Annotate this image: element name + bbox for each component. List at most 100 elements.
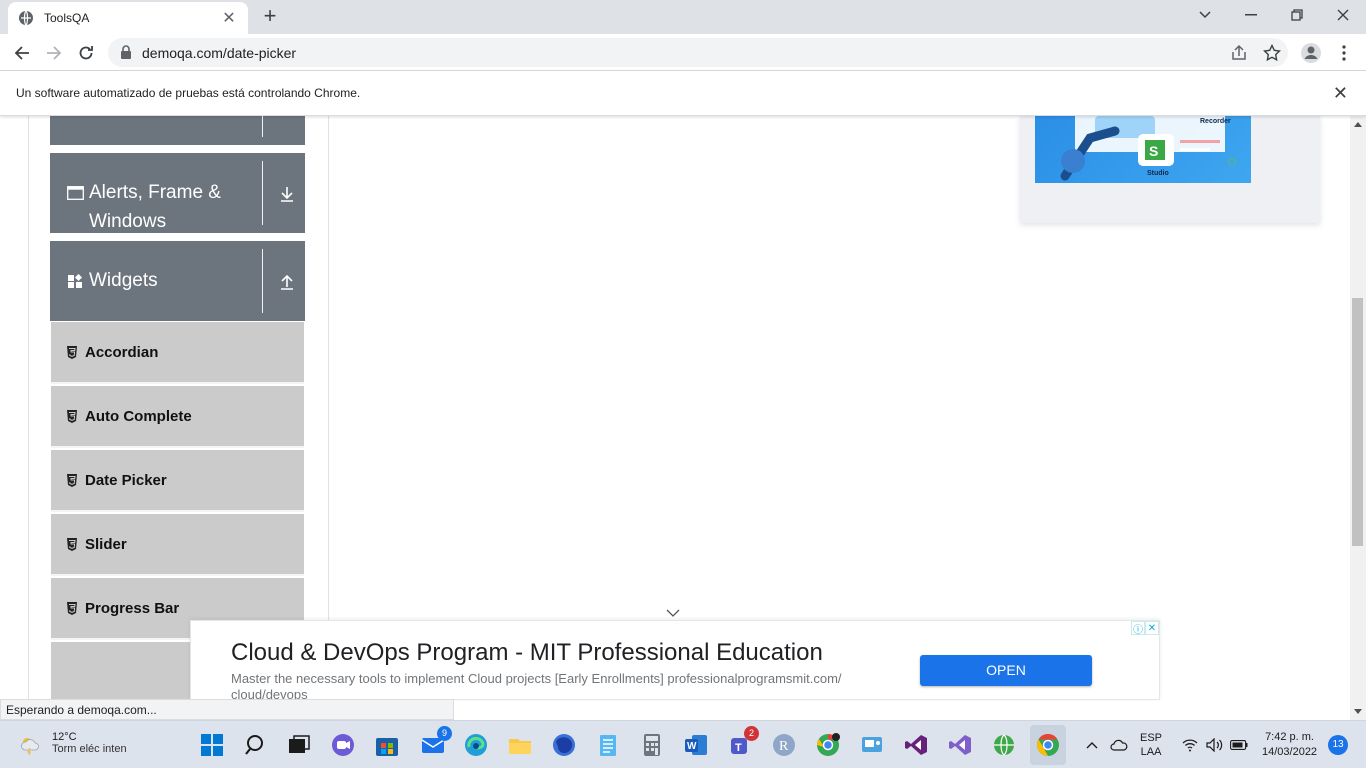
sidebar-item-label: Progress Bar	[85, 600, 180, 617]
profile-avatar-icon[interactable]	[1297, 39, 1325, 67]
sidebar-item-auto-complete[interactable]: Auto Complete	[51, 386, 304, 448]
automation-infobar: Un software automatizado de pruebas está…	[0, 71, 1366, 116]
edge-icon[interactable]	[463, 732, 489, 758]
clock-date: 14/03/2022	[1262, 746, 1318, 758]
mail-icon[interactable]: 9	[420, 726, 452, 758]
group-divider	[262, 249, 263, 313]
vertical-scrollbar[interactable]	[1350, 116, 1366, 720]
language-indicator[interactable]: ESP LAA	[1140, 721, 1162, 768]
sidebar-item-slider[interactable]: Slider	[51, 514, 304, 576]
onedrive-cloud-icon[interactable]	[1110, 721, 1128, 768]
side-ad-banner[interactable]: S Recorder Studio	[1020, 116, 1320, 223]
group-header-widgets[interactable]: Widgets	[50, 241, 305, 321]
ad-open-button[interactable]: OPEN	[920, 655, 1092, 686]
group-divider	[262, 116, 263, 137]
scrollbar-thumb[interactable]	[1352, 298, 1363, 546]
sidebar-item-accordian[interactable]: Accordian	[51, 322, 304, 384]
weather-storm-icon	[20, 735, 40, 760]
globe-icon	[18, 10, 34, 26]
mail-badge: 9	[437, 726, 452, 741]
volume-icon[interactable]	[1206, 721, 1224, 768]
decorative-circle	[1228, 158, 1236, 166]
clock-time: 7:42 p. m.	[1265, 731, 1314, 743]
group-title-widgets: Widgets	[89, 270, 158, 291]
html5-icon	[66, 410, 78, 428]
sidebar-item-label: Date Picker	[85, 472, 167, 489]
ad-close-icon[interactable]: ✕	[1145, 621, 1159, 635]
window-icon	[67, 186, 84, 205]
url-text[interactable]: demoqa.com/date-picker	[142, 45, 296, 61]
browser-tab[interactable]: ToolsQA ✕	[8, 2, 248, 34]
minimize-button[interactable]	[1228, 0, 1274, 30]
html5-icon	[66, 474, 78, 492]
upload-arrow-icon[interactable]	[278, 273, 296, 291]
group-title-alerts: Alerts, Frame &	[89, 182, 221, 203]
language-bottom: LAA	[1140, 746, 1162, 758]
sidebar-item-label: Auto Complete	[85, 408, 192, 425]
calculator-icon[interactable]	[639, 732, 665, 758]
firefox-icon[interactable]	[551, 732, 577, 758]
info-icon[interactable]: ⓘ	[1131, 621, 1145, 636]
file-explorer-icon[interactable]	[507, 732, 533, 758]
task-view-icon[interactable]	[286, 732, 312, 758]
chrome-icon[interactable]	[1030, 725, 1066, 765]
widgets-icon	[67, 273, 83, 295]
word-icon[interactable]: W	[683, 732, 709, 758]
search-icon[interactable]	[243, 732, 269, 758]
forward-arrow-icon[interactable]	[40, 39, 68, 67]
kebab-menu-icon[interactable]	[1330, 39, 1358, 67]
teams-icon[interactable]: T 2	[727, 726, 759, 758]
ad-headline[interactable]: Cloud & DevOps Program - MIT Professiona…	[231, 639, 823, 667]
windows-start-icon[interactable]	[199, 732, 225, 758]
weather-widget[interactable]: 12°C Torm eléc inten	[20, 731, 127, 760]
status-bubble: Esperando a demoqa.com...	[0, 699, 454, 720]
network-globe-icon[interactable]	[991, 732, 1017, 758]
visual-studio-icon[interactable]	[903, 732, 929, 758]
ad-choices[interactable]: ⓘ ✕	[1131, 621, 1159, 636]
notification-center[interactable]: 13	[1328, 721, 1348, 768]
back-arrow-icon[interactable]	[8, 39, 36, 67]
windows-taskbar: 12°C Torm eléc inten 9 W T 2 R ESP LAA 7…	[0, 720, 1366, 768]
lock-icon[interactable]	[120, 45, 132, 64]
notepad-icon[interactable]	[595, 732, 621, 758]
ad-studio-label: Studio	[1147, 170, 1169, 177]
language-top: ESP	[1140, 732, 1163, 744]
restore-button[interactable]	[1274, 0, 1320, 30]
r-app-icon[interactable]: R	[771, 732, 797, 758]
html5-icon	[66, 602, 78, 620]
clock[interactable]: 7:42 p. m. 14/03/2022	[1262, 721, 1317, 768]
weather-condition: Torm eléc inten	[52, 743, 127, 755]
group-divider	[262, 161, 263, 225]
show-hidden-icons-chevron-icon[interactable]	[1086, 721, 1098, 768]
html5-icon	[66, 538, 78, 556]
battery-icon[interactable]	[1230, 721, 1248, 768]
store-icon[interactable]	[374, 732, 400, 758]
scroll-up-arrow-icon[interactable]	[1354, 122, 1362, 127]
new-tab-button[interactable]: +	[258, 4, 282, 28]
scroll-down-arrow-icon[interactable]	[1354, 709, 1362, 714]
group-header-alerts[interactable]: Alerts, Frame & Windows	[50, 153, 305, 233]
bottom-ad-banner[interactable]: ⓘ ✕ Cloud & DevOps Program - MIT Profess…	[190, 620, 1160, 702]
snipping-tool-icon[interactable]	[859, 732, 885, 758]
svg-text:R: R	[779, 739, 789, 754]
group-header-partial[interactable]	[50, 116, 305, 145]
wifi-icon[interactable]	[1182, 721, 1198, 768]
browser-toolbar: demoqa.com/date-picker	[0, 34, 1366, 71]
svg-text:S: S	[1149, 143, 1158, 159]
sidebar-item-date-picker[interactable]: Date Picker	[51, 450, 304, 512]
tab-close-icon[interactable]: ✕	[220, 8, 238, 28]
infobar-close-icon[interactable]: ✕	[1333, 83, 1348, 104]
tab-search-icon[interactable]	[1182, 0, 1228, 30]
reload-icon[interactable]	[72, 39, 100, 67]
svg-text:W: W	[687, 741, 697, 752]
share-icon[interactable]	[1230, 44, 1248, 62]
chat-icon[interactable]	[330, 732, 356, 758]
tab-strip: ToolsQA ✕ +	[0, 0, 1366, 34]
close-window-button[interactable]	[1320, 0, 1366, 30]
address-bar[interactable]: demoqa.com/date-picker	[108, 38, 1288, 67]
chrome-automation-icon[interactable]	[815, 732, 841, 758]
vs-code-icon[interactable]	[947, 732, 973, 758]
html5-icon	[66, 346, 78, 364]
bookmark-star-icon[interactable]	[1262, 43, 1282, 62]
download-arrow-icon[interactable]	[278, 185, 296, 203]
